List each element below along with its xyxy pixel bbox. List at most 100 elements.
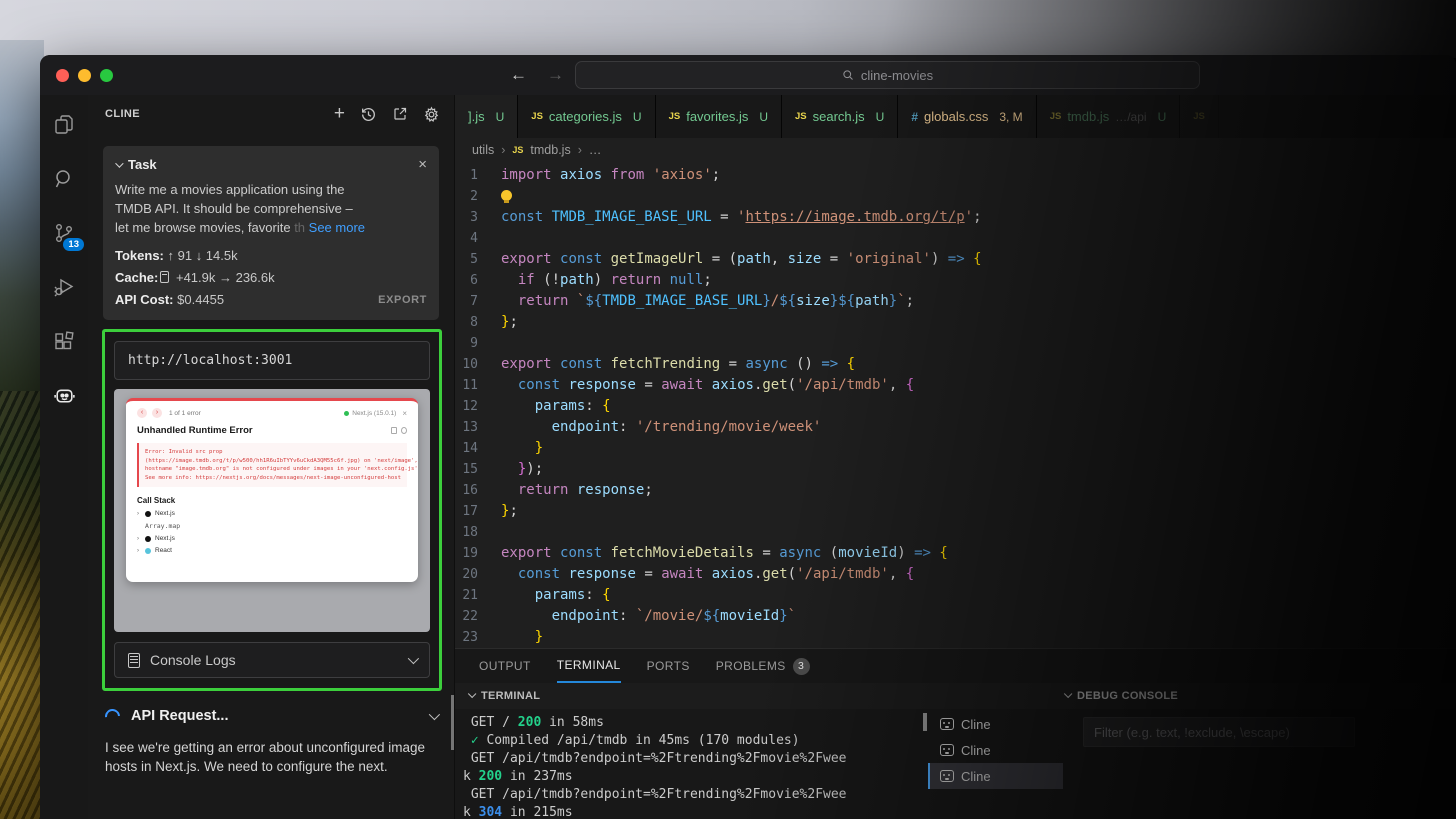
terminal-section-header[interactable]: TERMINAL — [455, 690, 1063, 702]
breadcrumb[interactable]: utils› JS tmdb.js› … — [455, 138, 1456, 162]
call-stack-entry[interactable]: ›Next.js — [137, 535, 407, 542]
line-number: 6 — [455, 270, 501, 291]
cache-icon — [160, 271, 169, 283]
lightbulb-icon[interactable] — [501, 190, 512, 201]
error-next-icon[interactable]: › — [152, 408, 162, 418]
editor-tab[interactable]: JS — [1180, 95, 1219, 138]
call-stack-entry[interactable]: ›React — [137, 547, 407, 554]
cline-panel: CLINE + Task × Write me a movies applica… — [88, 95, 455, 819]
code-line: 11 const response = await axios.get('/ap… — [455, 375, 1456, 396]
debug-console-section-header[interactable]: DEBUG CONSOLE — [1063, 690, 1456, 702]
tab-git-badge: U — [759, 110, 768, 124]
console-logs-toggle[interactable]: Console Logs — [114, 642, 430, 678]
call-stack-entry[interactable]: ›Next.js — [137, 510, 407, 517]
tab-path-hint: …/api — [1115, 110, 1146, 124]
tab-output[interactable]: OUTPUT — [479, 649, 531, 683]
js-file-icon: JS — [1050, 111, 1062, 122]
line-number: 1 — [455, 165, 501, 186]
editor-tab[interactable]: JSfavorites.jsU — [656, 95, 782, 138]
editor-tab[interactable]: JStmdb.js…/apiU — [1037, 95, 1181, 138]
js-file-icon: JS — [1193, 111, 1205, 122]
terminal-instance[interactable]: Cline — [928, 763, 1063, 789]
code-line-content: } — [501, 627, 543, 648]
browser-url-bar[interactable]: http://localhost:3001 — [114, 341, 430, 380]
tab-git-badge: U — [496, 110, 505, 124]
code-line: 19export const fetchMovieDetails = async… — [455, 543, 1456, 564]
cline-robot-icon — [940, 770, 954, 782]
code-line: 16 return response; — [455, 480, 1456, 501]
tab-problems[interactable]: PROBLEMS3 — [716, 649, 810, 683]
api-request-row[interactable]: API Request... — [105, 708, 437, 724]
minimize-window-button[interactable] — [78, 69, 91, 82]
tab-git-badge: U — [633, 110, 642, 124]
tab-label: ].js — [468, 109, 485, 124]
search-sidebar-icon[interactable] — [48, 163, 80, 195]
nav-back-icon[interactable]: ← — [510, 65, 527, 85]
terminal-instance[interactable]: Cline — [928, 711, 1063, 737]
code-line: 10export const fetchTrending = async () … — [455, 354, 1456, 375]
code-line: 18 — [455, 522, 1456, 543]
editor-tab[interactable]: JScategories.jsU — [518, 95, 655, 138]
explorer-icon[interactable] — [48, 109, 80, 141]
browser-preview[interactable]: ‹ › 1 of 1 error Next.js (15.0.1) × Unha… — [114, 389, 430, 632]
line-number: 14 — [455, 438, 501, 459]
code-line: 23 } — [455, 627, 1456, 648]
desktop-wallpaper-sky — [0, 0, 1456, 58]
code-line-content: export const fetchTrending = async () =>… — [501, 354, 855, 375]
zoom-window-button[interactable] — [100, 69, 113, 82]
line-number: 8 — [455, 312, 501, 333]
line-number: 23 — [455, 627, 501, 648]
terminal-output[interactable]: GET / 200 in 58ms ✓ Compiled /api/tmdb i… — [455, 709, 928, 819]
tab-terminal[interactable]: TERMINAL — [557, 649, 621, 683]
sidepanel-scrollbar[interactable] — [451, 695, 454, 750]
terminal-scrollbar[interactable] — [923, 713, 927, 731]
export-button[interactable]: EXPORT — [378, 289, 427, 311]
line-number: 9 — [455, 333, 501, 354]
tab-ports[interactable]: PORTS — [647, 649, 690, 683]
history-icon[interactable] — [360, 106, 377, 123]
task-collapse-chevron-icon[interactable] — [115, 159, 123, 167]
nav-forward-icon[interactable]: → — [547, 65, 564, 85]
terminal-instance-list: ClineClineCline — [928, 709, 1063, 819]
debug-filter-input[interactable] — [1083, 717, 1355, 747]
cline-panel-title: CLINE — [105, 108, 140, 120]
editor-tab[interactable]: JSsearch.jsU — [782, 95, 898, 138]
code-editor[interactable]: 1import axios from 'axios';23const TMDB_… — [455, 162, 1456, 648]
line-number: 16 — [455, 480, 501, 501]
error-title: Unhandled Runtime Error — [137, 425, 253, 436]
terminal-instance-label: Cline — [961, 769, 991, 784]
settings-gear-icon[interactable] — [423, 106, 440, 123]
error-line: Error: Invalid src prop — [145, 448, 401, 457]
copy-error-icon[interactable] — [391, 427, 397, 434]
task-close-icon[interactable]: × — [418, 156, 427, 173]
tab-label: search.js — [813, 109, 865, 124]
cline-robot-icon — [940, 744, 954, 756]
line-number: 13 — [455, 417, 501, 438]
editor-tab[interactable]: ].js U — [455, 95, 518, 138]
reload-icon[interactable] — [401, 427, 407, 434]
editor-tab[interactable]: #globals.css3, M — [898, 95, 1036, 138]
see-more-link[interactable]: See more — [309, 220, 365, 235]
line-number: 22 — [455, 606, 501, 627]
cline-sidebar-icon[interactable] — [48, 379, 80, 411]
source-control-icon[interactable]: 13 — [48, 217, 80, 249]
call-stack-entry[interactable]: Array.map — [137, 522, 407, 530]
editor-tab-bar: ].jsUJScategories.jsUJSfavorites.jsUJSse… — [455, 95, 1456, 138]
overlay-close-icon[interactable]: × — [402, 409, 407, 418]
console-logs-icon — [128, 653, 140, 668]
error-prev-icon[interactable]: ‹ — [137, 408, 147, 418]
run-debug-icon[interactable] — [48, 271, 80, 303]
close-window-button[interactable] — [56, 69, 69, 82]
code-line: 4 — [455, 228, 1456, 249]
stack-label: Array.map — [145, 522, 180, 530]
open-in-editor-icon[interactable] — [392, 106, 408, 122]
code-line-content: import axios from 'axios'; — [501, 165, 720, 186]
code-line-content: }; — [501, 501, 518, 522]
new-task-icon[interactable]: + — [334, 107, 345, 121]
command-center-search[interactable]: cline-movies — [575, 61, 1200, 89]
terminal-line: GET /api/tmdb?endpoint=%2Ftrending%2Fmov… — [463, 786, 928, 804]
terminal-instance[interactable]: Cline — [928, 737, 1063, 763]
code-line-content: const response = await axios.get('/api/t… — [501, 564, 914, 585]
console-logs-chevron-icon — [408, 653, 419, 664]
extensions-icon[interactable] — [48, 325, 80, 357]
